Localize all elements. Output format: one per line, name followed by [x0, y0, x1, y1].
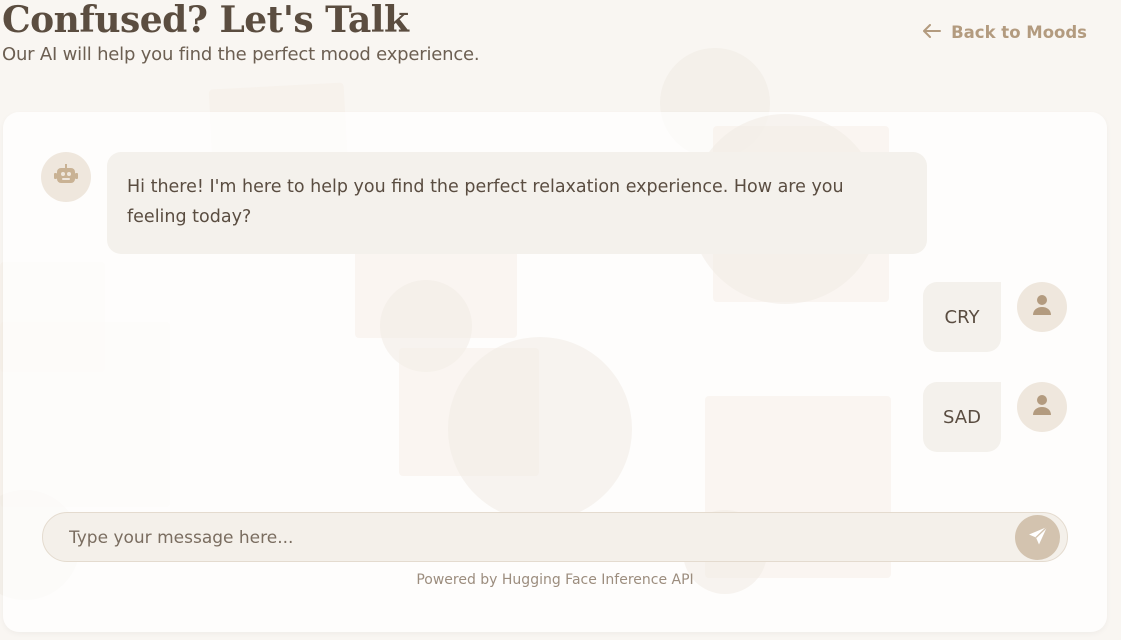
page-subtitle: Our AI will help you find the perfect mo… [2, 44, 480, 65]
powered-by-note: Powered by Hugging Face Inference API [416, 572, 694, 588]
bot-avatar [41, 152, 91, 202]
send-button[interactable] [1015, 515, 1060, 560]
message-input[interactable] [67, 513, 991, 563]
user-avatar [1017, 382, 1067, 432]
user-icon [1032, 394, 1052, 420]
back-to-moods-link[interactable]: Back to Moods [923, 22, 1087, 43]
user-message: CRY [923, 282, 1001, 352]
user-icon [1032, 294, 1052, 320]
user-avatar [1017, 282, 1067, 332]
message-composer [42, 512, 1068, 563]
back-link-label: Back to Moods [951, 23, 1087, 42]
robot-icon [54, 164, 78, 190]
user-message: SAD [923, 382, 1001, 452]
page-title: Confused? Let's Talk [2, 0, 409, 41]
background-shape [448, 337, 632, 521]
page-header: Confused? Let's Talk Our AI will help yo… [2, 0, 480, 65]
bot-message: Hi there! I'm here to help you find the … [107, 152, 927, 254]
chat-panel: Hi there! I'm here to help you find the … [3, 112, 1107, 632]
arrow-left-icon [923, 22, 942, 43]
send-icon [1028, 525, 1048, 550]
